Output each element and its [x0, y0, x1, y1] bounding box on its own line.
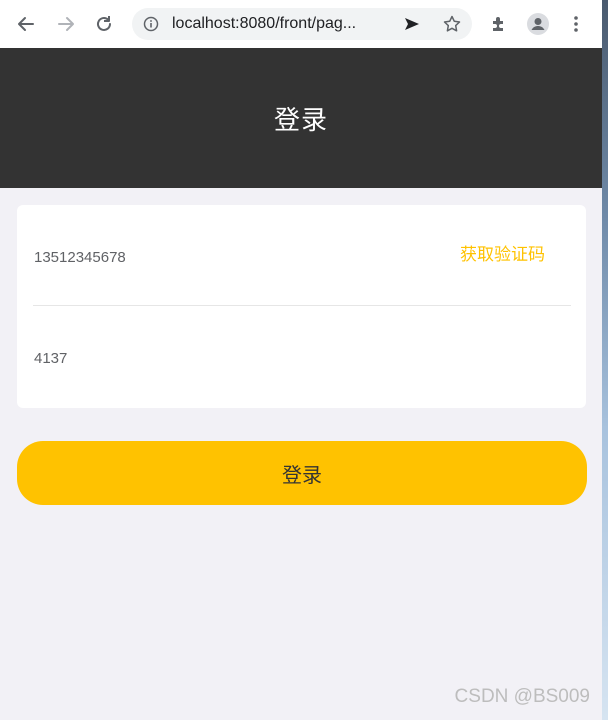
url-text: localhost:8080/front/pag... [172, 15, 357, 32]
send-icon[interactable] [400, 12, 424, 36]
star-icon[interactable] [440, 12, 464, 36]
forward-icon[interactable] [54, 12, 78, 36]
profile-icon[interactable] [526, 12, 550, 36]
window-edge [602, 0, 608, 720]
back-icon[interactable] [14, 12, 38, 36]
app-header: 登录 [0, 48, 602, 188]
info-icon[interactable] [142, 15, 160, 33]
phone-input[interactable] [34, 247, 414, 267]
get-code-button[interactable]: 获取验证码 [460, 240, 545, 265]
verification-code-input[interactable] [34, 348, 414, 368]
login-form-card: 获取验证码 [17, 205, 586, 408]
login-button[interactable]: 登录 [17, 441, 587, 505]
menu-icon[interactable] [564, 12, 588, 36]
extensions-icon[interactable] [487, 12, 511, 36]
reload-icon[interactable] [92, 12, 116, 36]
browser-toolbar: localhost:8080/front/pag... [0, 0, 602, 48]
watermark: CSDN @BS009 [454, 686, 590, 707]
page-title: 登录 [273, 104, 328, 135]
page: localhost:8080/front/pag... 登录 获取验证码 登录 … [0, 0, 608, 720]
divider [33, 305, 571, 306]
